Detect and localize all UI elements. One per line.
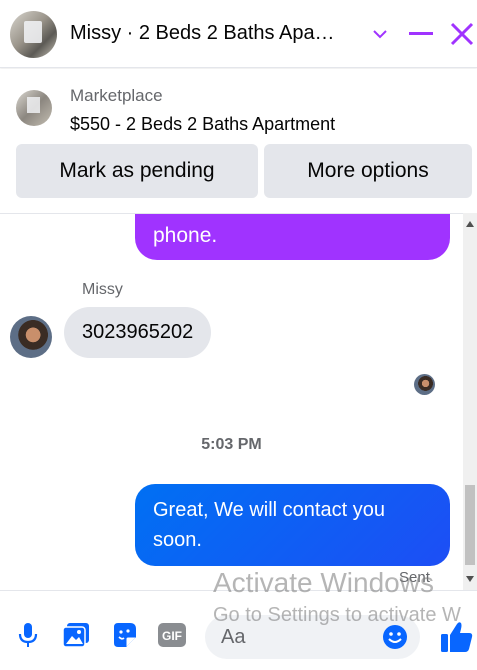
chevron-down-icon[interactable] xyxy=(366,18,394,50)
scroll-down-arrow-icon[interactable] xyxy=(466,576,474,582)
outgoing-message-bubble: Great, We will contact you soon. xyxy=(135,484,450,566)
listing-title[interactable]: $550 - 2 Beds 2 Baths Apartment xyxy=(70,114,335,135)
close-icon[interactable] xyxy=(448,18,476,50)
scroll-up-arrow-icon[interactable] xyxy=(466,221,474,227)
contact-avatar[interactable] xyxy=(10,11,57,58)
mark-as-pending-button[interactable]: Mark as pending xyxy=(16,144,258,198)
message-list[interactable]: phone. Missy 3023965202 5:03 PM Great, W… xyxy=(0,213,463,590)
sticker-icon[interactable] xyxy=(110,621,138,649)
marketplace-label: Marketplace xyxy=(70,86,163,105)
incoming-message-text: 3023965202 xyxy=(82,321,194,343)
marketplace-card: Marketplace $550 - 2 Beds 2 Baths Apartm… xyxy=(0,69,477,213)
photo-icon[interactable] xyxy=(62,621,90,649)
gif-label: GIF xyxy=(162,629,182,643)
message-composer: GIF xyxy=(0,590,477,670)
sender-name: Missy xyxy=(82,281,123,298)
minimize-icon[interactable] xyxy=(407,18,435,50)
emoji-icon[interactable] xyxy=(381,623,409,651)
sender-avatar[interactable] xyxy=(10,316,52,358)
message-timestamp: 5:03 PM xyxy=(201,436,262,453)
seen-indicator-avatar xyxy=(414,374,435,395)
windows-activation-subtitle: Go to Settings to activate W xyxy=(213,604,461,626)
microphone-icon[interactable] xyxy=(14,621,42,649)
outgoing-message-text: phone. xyxy=(153,224,218,247)
scrollbar-thumb[interactable] xyxy=(465,485,475,565)
chat-title[interactable]: Missy · 2 Beds 2 Baths Apa… xyxy=(70,22,360,45)
incoming-message-bubble: 3023965202 xyxy=(64,307,212,358)
more-options-button[interactable]: More options xyxy=(264,144,472,198)
outgoing-message-bubble: phone. xyxy=(135,214,450,260)
gif-icon[interactable]: GIF xyxy=(158,621,186,649)
chat-header: Missy · 2 Beds 2 Baths Apa… xyxy=(0,0,477,68)
scrollbar[interactable] xyxy=(463,213,477,590)
windows-activation-title: Activate Windows xyxy=(213,567,434,598)
outgoing-message-text: Great, We will contact you soon. xyxy=(153,499,385,551)
listing-thumbnail[interactable] xyxy=(16,90,52,126)
